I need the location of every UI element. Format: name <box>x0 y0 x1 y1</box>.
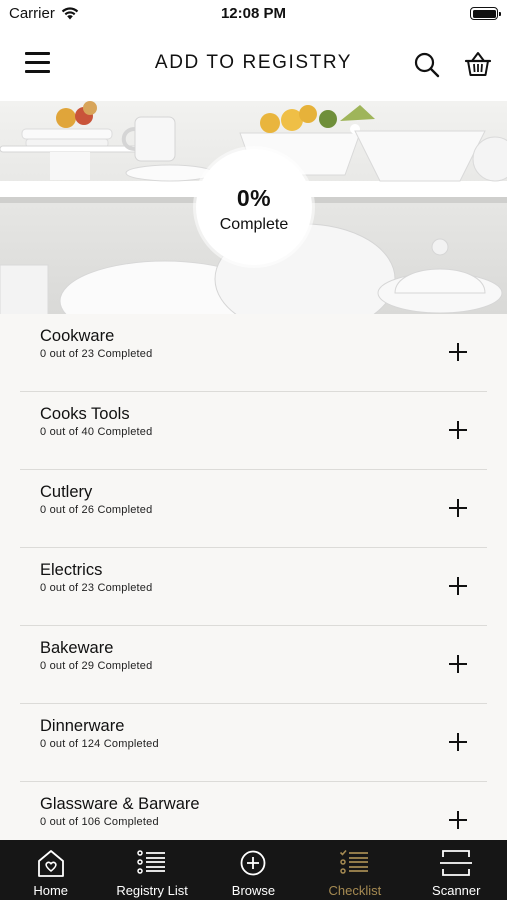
battery-icon <box>470 7 501 20</box>
search-icon[interactable] <box>414 52 440 78</box>
progress-label: Complete <box>219 216 289 233</box>
category-title: Glassware & Barware <box>40 795 200 813</box>
category-item-electrics[interactable]: Electrics 0 out of 23 Completed <box>20 548 487 626</box>
tab-registry-list[interactable]: Registry List <box>101 840 202 900</box>
tab-label: Home <box>33 883 69 898</box>
hero-image: 0% Complete <box>0 101 507 314</box>
category-item-cooks-tools[interactable]: Cooks Tools 0 out of 40 Completed <box>20 392 487 470</box>
tab-label: Scanner <box>432 883 481 898</box>
expand-plus-icon[interactable] <box>449 733 467 751</box>
bottom-tab-bar: Home Registry List Browse Checklist Scan… <box>0 840 507 900</box>
tab-home[interactable]: Home <box>0 840 101 900</box>
category-progress-text: 0 out of 26 Completed <box>40 504 153 516</box>
category-title: Dinnerware <box>40 717 125 735</box>
category-title: Bakeware <box>40 639 114 657</box>
category-progress-text: 0 out of 106 Completed <box>40 816 159 828</box>
category-title: Cookware <box>40 327 115 345</box>
expand-plus-icon[interactable] <box>449 499 467 517</box>
expand-plus-icon[interactable] <box>449 421 467 439</box>
category-title: Electrics <box>40 561 103 579</box>
tab-checklist[interactable]: Checklist <box>304 840 405 900</box>
category-item-glassware-barware[interactable]: Glassware & Barware 0 out of 106 Complet… <box>20 782 487 840</box>
checklist-icon <box>339 849 368 874</box>
scanner-icon <box>440 850 473 876</box>
expand-plus-icon[interactable] <box>449 343 467 361</box>
tab-scanner[interactable]: Scanner <box>406 840 507 900</box>
category-progress-text: 0 out of 29 Completed <box>40 660 153 672</box>
expand-plus-icon[interactable] <box>449 655 467 673</box>
nav-header: ADD TO REGISTRY <box>0 28 507 100</box>
category-progress-text: 0 out of 124 Completed <box>40 738 159 750</box>
basket-icon[interactable] <box>464 50 492 78</box>
category-progress-text: 0 out of 40 Completed <box>40 426 153 438</box>
plus-circle-icon <box>241 850 266 876</box>
tab-label: Browse <box>231 883 276 898</box>
home-heart-icon <box>37 850 64 877</box>
category-title: Cooks Tools <box>40 405 130 423</box>
expand-plus-icon[interactable] <box>449 811 467 829</box>
category-item-dinnerware[interactable]: Dinnerware 0 out of 124 Completed <box>20 704 487 782</box>
tab-browse[interactable]: Browse <box>203 840 304 900</box>
progress-value: 0% <box>236 185 272 211</box>
expand-plus-icon[interactable] <box>449 577 467 595</box>
category-item-cutlery[interactable]: Cutlery 0 out of 26 Completed <box>20 470 487 548</box>
category-list: Cookware 0 out of 23 Completed Cooks Too… <box>0 314 507 840</box>
category-item-cookware[interactable]: Cookware 0 out of 23 Completed <box>20 314 487 392</box>
status-bar: Carrier 12:08 PM <box>0 0 507 28</box>
category-progress-text: 0 out of 23 Completed <box>40 582 153 594</box>
category-progress-text: 0 out of 23 Completed <box>40 348 153 360</box>
tab-label: Registry List <box>116 883 188 898</box>
category-title: Cutlery <box>40 483 93 501</box>
progress-circle: 0% Complete <box>196 149 312 265</box>
category-item-bakeware[interactable]: Bakeware 0 out of 29 Completed <box>20 626 487 704</box>
status-time: 12:08 PM <box>220 5 287 22</box>
list-icon <box>137 850 166 874</box>
tab-label: Checklist <box>328 883 382 898</box>
